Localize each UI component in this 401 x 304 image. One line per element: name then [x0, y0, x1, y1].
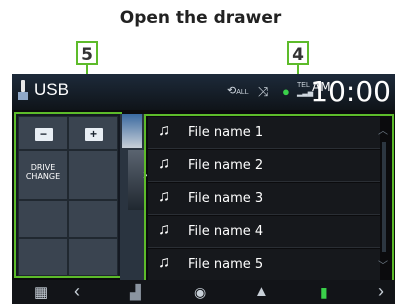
folder-open-icon: + [85, 128, 103, 141]
usb-source-icon[interactable] [18, 80, 28, 102]
grid-menu-icon[interactable]: ▦ [34, 283, 48, 301]
chevron-right-icon[interactable]: › [378, 281, 384, 302]
head-unit-screen: USB ⟲ALL ⤨ ● TEL ▂▃▅ AM 10:00 − + DRIVE C… [12, 74, 395, 304]
list-item[interactable]: ♫ File name 5 [148, 249, 380, 280]
list-item[interactable]: ♫ File name 2 [148, 150, 380, 182]
chevron-left-icon[interactable]: ‹ [74, 281, 80, 302]
drawer-empty-cell [68, 150, 118, 200]
scroll-up-icon[interactable]: ︿ [378, 122, 388, 137]
music-note-icon: ♫ [158, 254, 170, 271]
repeat-icon: ⟲ALL [227, 85, 249, 97]
album-cover [128, 150, 144, 210]
scrollbar[interactable] [382, 142, 386, 252]
shuffle-icon: ⤨ [258, 84, 269, 99]
clock: 10:00 [310, 75, 391, 108]
file-name: File name 1 [188, 125, 264, 140]
phone-app-icon[interactable]: ▮ [320, 284, 328, 301]
folder-open-button[interactable]: + [68, 116, 118, 150]
bottom-bar: ▦ ‹ ▟ ◉ ▲ ▮ › [12, 280, 395, 304]
drawer-empty-cell [18, 200, 68, 238]
list-item[interactable]: ♫ File name 3 [148, 183, 380, 215]
callout-5: 5 [76, 41, 98, 65]
drawer-empty-cell [68, 238, 118, 276]
scroll-down-icon[interactable]: ﹀ [378, 257, 388, 272]
drawer-panel: − + DRIVE CHANGE [14, 112, 122, 278]
caption-title: Open the drawer [119, 8, 282, 28]
file-name: File name 5 [188, 257, 264, 272]
callout-4: 4 [287, 41, 309, 65]
file-name: File name 3 [188, 191, 264, 206]
folder-up-button[interactable]: − [18, 116, 68, 150]
list-item[interactable]: ♫ File name 4 [148, 216, 380, 248]
media-icon[interactable]: ◉ [194, 284, 206, 301]
music-note-icon: ♫ [158, 122, 170, 139]
list-item[interactable]: ♫ File name 1 [148, 117, 380, 149]
navigation-icon[interactable]: ▲ [254, 283, 269, 300]
status-bar: USB ⟲ALL ⤨ ● TEL ▂▃▅ AM 10:00 [12, 74, 395, 110]
music-note-icon: ♫ [158, 188, 170, 205]
music-note-icon: ♫ [158, 155, 170, 172]
file-name: File name 2 [188, 158, 264, 173]
drive-change-button[interactable]: DRIVE CHANGE [18, 150, 68, 200]
drawer-empty-cell [68, 200, 118, 238]
album-cover [122, 114, 142, 148]
source-label: USB [34, 80, 69, 99]
drive-change-label: DRIVE CHANGE [25, 163, 61, 181]
drawer-empty-cell [18, 238, 68, 276]
music-note-icon: ♫ [158, 221, 170, 238]
folder-up-icon: − [35, 128, 53, 141]
phone-icon: ● [282, 84, 290, 99]
file-name: File name 4 [188, 224, 264, 239]
album-art-strip [120, 114, 144, 282]
source-icon[interactable]: ▟ [130, 284, 141, 301]
file-list: ♫ File name 1 ♫ File name 2 ♫ File name … [144, 114, 394, 282]
